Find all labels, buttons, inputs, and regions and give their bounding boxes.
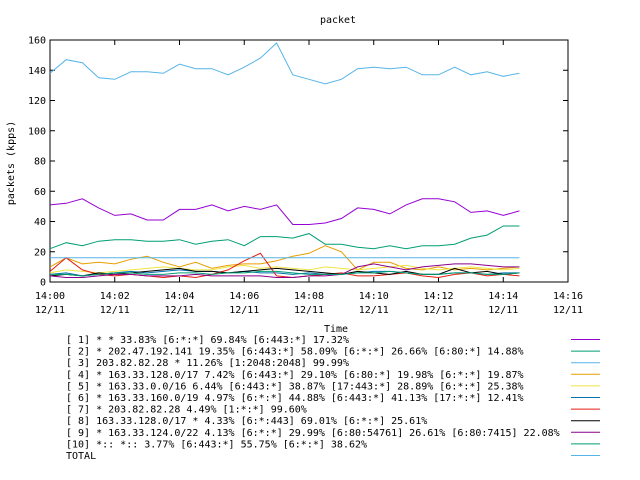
x-tick-date-label: 12/11 <box>359 305 389 316</box>
x-tick-label: 14:16 <box>553 291 583 302</box>
y-tick-label: 0 <box>40 278 46 289</box>
legend-entry-1: [ 1] * * 33.83% [6:*:*] 69.84% [6:443:*]… <box>66 335 349 346</box>
chart-title: packet <box>320 15 356 26</box>
y-tick-label: 160 <box>28 36 46 47</box>
legend-entry-7: [ 7] * 203.82.82.28 4.49% [1:*:*] 99.60% <box>66 405 307 416</box>
y-tick-label: 20 <box>34 247 46 258</box>
x-tick-date-label: 12/11 <box>553 305 583 316</box>
x-tick-label: 14:04 <box>164 291 194 302</box>
y-tick-label: 80 <box>34 157 46 168</box>
legend-entry-5: [ 5] * 163.33.0.0/16 6.44% [6:443:*] 38.… <box>66 381 524 392</box>
x-tick-label: 14:10 <box>359 291 389 302</box>
x-tick-date-label: 12/11 <box>35 305 65 316</box>
x-tick-label: 14:14 <box>488 291 518 302</box>
x-tick-date-label: 12/11 <box>488 305 518 316</box>
x-tick-label: 14:00 <box>35 291 65 302</box>
x-tick-date-label: 12/11 <box>294 305 324 316</box>
series-line-1 <box>49 198 520 225</box>
legend-entry-11: TOTAL <box>66 451 96 462</box>
x-axis-label: Time <box>324 324 348 335</box>
y-tick-label: 60 <box>34 187 46 198</box>
series-line-3 <box>49 42 520 85</box>
x-tick-label: 14:08 <box>294 291 324 302</box>
series-lines <box>49 42 520 279</box>
x-tick-label: 14:12 <box>423 291 453 302</box>
legend-entry-9: [ 9] * 163.33.124.0/22 4.13% [6:*:*] 29.… <box>66 428 560 439</box>
plot-frame <box>49 39 569 283</box>
y-axis-label: packets (kpps) <box>6 121 17 205</box>
y-tick-label: 120 <box>28 96 46 107</box>
legend-entry-2: [ 2] * 202.47.192.141 19.35% [6:443:*] 5… <box>66 347 524 358</box>
legend-entry-4: [ 4] * 163.33.128.0/17 7.42% [6:443:*] 2… <box>66 370 524 381</box>
x-tick-date-label: 12/11 <box>164 305 194 316</box>
x-tick-date-label: 12/11 <box>423 305 453 316</box>
legend: [ 1] * * 33.83% [6:*:*] 69.84% [6:443:*]… <box>66 335 600 462</box>
packet-chart: packet packets (kpps) Time 0 20 40 60 80 100 1… <box>6 15 600 462</box>
legend-entry-8: [ 8] 163.33.128.0/17 * 4.33% [6:*:443] 6… <box>66 416 427 427</box>
y-tick-label: 140 <box>28 66 46 77</box>
series-line-2 <box>49 225 520 250</box>
legend-entry-3: [ 3] 203.82.82.28 * 11.26% [1:2048:2048]… <box>66 358 349 369</box>
x-tick-date-label: 12/11 <box>100 305 130 316</box>
legend-entry-10: [10] *:: *:: 3.77% [6:443:*] 55.75% [6:*… <box>66 439 367 450</box>
y-tick-label: 100 <box>28 126 46 137</box>
x-tick-date-label: 12/11 <box>229 305 259 316</box>
legend-entry-6: [ 6] * 163.33.160.0/19 4.97% [6:*:*] 44.… <box>66 393 524 404</box>
x-tick-label: 14:06 <box>229 291 259 302</box>
y-tick-label: 40 <box>34 217 46 228</box>
x-tick-label: 14:02 <box>100 291 130 302</box>
